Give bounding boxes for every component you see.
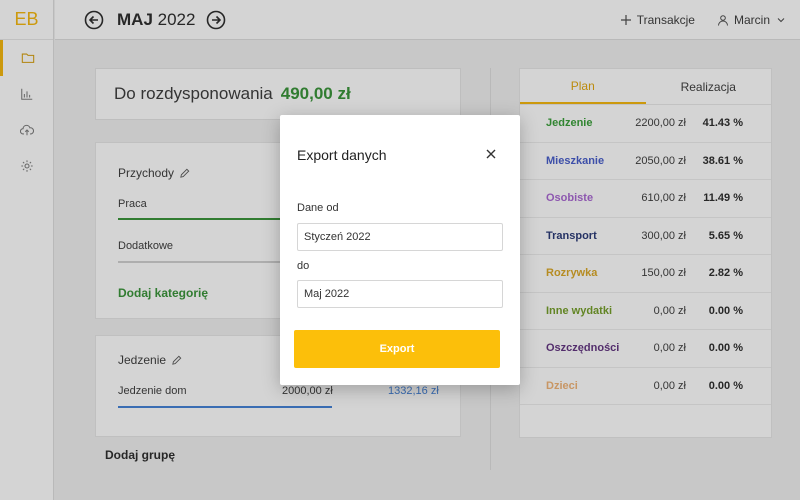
export-button[interactable]: Export <box>294 330 500 368</box>
to-label: do <box>297 260 310 272</box>
to-date-input[interactable] <box>297 280 503 308</box>
dialog-title: Export danych <box>297 147 387 163</box>
from-date-input[interactable] <box>297 223 503 251</box>
export-dialog: Export danych Dane od do Export <box>280 115 520 385</box>
from-label: Dane od <box>297 202 339 214</box>
close-icon[interactable] <box>485 148 497 160</box>
